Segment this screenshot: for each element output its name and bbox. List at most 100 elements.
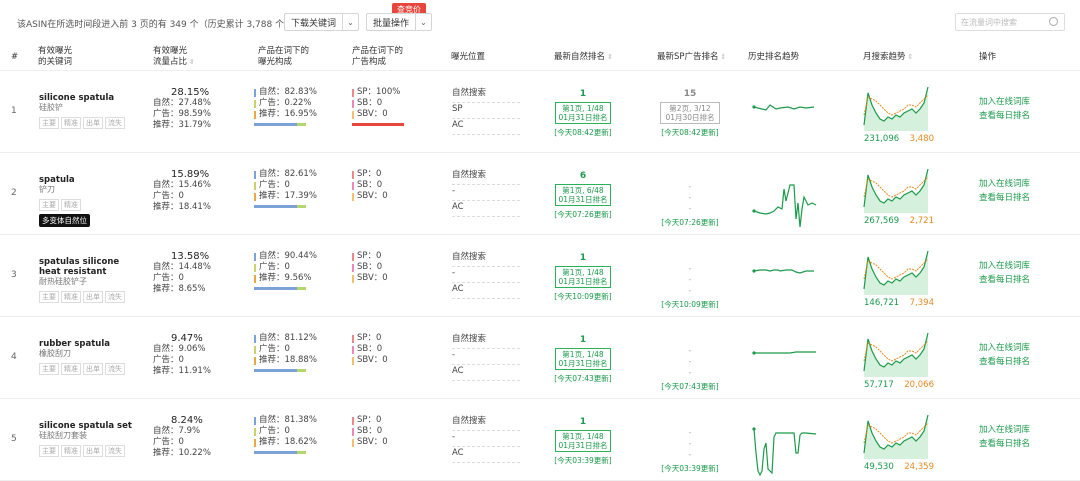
sort-icon[interactable]: ⇕ — [189, 58, 195, 66]
keyword-en[interactable]: silicone spatula — [39, 93, 134, 103]
view-daily-rank-link[interactable]: 查看每日排名 — [979, 191, 1030, 205]
col-latest-rank[interactable]: 最新自然排名 ⇕ — [554, 52, 613, 63]
comp-natural: 自然：81.38% — [259, 415, 317, 425]
ad-sp-line: SP：0 — [352, 333, 388, 344]
keyword-en[interactable]: spatula — [39, 175, 134, 185]
history-rank-sparkline[interactable] — [750, 85, 822, 154]
add-to-library-link[interactable]: 加入在线词库 — [979, 423, 1030, 437]
sort-icon[interactable]: ⇕ — [721, 53, 727, 61]
history-rank-sparkline[interactable] — [750, 413, 822, 481]
col-share[interactable]: 有效曝光 流量占比 ⇕ — [153, 46, 195, 68]
chevron-down-icon[interactable]: ⌄ — [342, 14, 358, 30]
natural-rank-box[interactable]: 第1页, 1/48 01月31日排名 — [555, 348, 611, 370]
col-monthly[interactable]: 月搜索趋势 ⇕ — [863, 52, 913, 63]
ad-sb: SB：0 — [357, 262, 383, 272]
natural-rank-number: 1 — [579, 417, 587, 427]
keyword-tag[interactable]: 精准 — [61, 199, 81, 211]
keyword-tag[interactable]: 主要 — [39, 445, 59, 457]
sort-icon[interactable]: ⇕ — [908, 53, 914, 61]
keyword-en[interactable]: spatulas silicone heat resistant — [39, 257, 134, 277]
keyword-search-input[interactable]: 在流量词中搜索 — [955, 13, 1065, 31]
share-natural: 自然：7.9% — [153, 426, 201, 436]
col-latest-rank-label: 最新自然排名 — [554, 52, 606, 62]
monthly-chart — [863, 332, 929, 377]
share-recommend: 推荐：8.65% — [153, 284, 206, 294]
add-to-library-link[interactable]: 加入在线词库 — [979, 259, 1030, 273]
view-daily-rank-link[interactable]: 查看每日排名 — [979, 273, 1030, 287]
marker — [352, 356, 354, 365]
col-latest-sp[interactable]: 最新SP广告排名 ⇕ — [657, 52, 726, 63]
keyword-tag[interactable]: 流失 — [105, 445, 125, 457]
add-to-library-link[interactable]: 加入在线词库 — [979, 95, 1030, 109]
view-daily-rank-link[interactable]: 查看每日排名 — [979, 355, 1030, 369]
history-rank-sparkline[interactable] — [750, 249, 822, 318]
keyword-tag[interactable]: 主要 — [39, 291, 59, 303]
natural-rank-page: 第1页, 1/48 — [562, 104, 604, 113]
keyword-tag[interactable]: 流失 — [105, 117, 125, 129]
add-to-library-link[interactable]: 加入在线词库 — [979, 341, 1030, 355]
keyword-tag[interactable]: 出单 — [83, 291, 103, 303]
sort-icon[interactable]: ⇕ — [607, 53, 613, 61]
keyword-tag[interactable]: 精准 — [61, 291, 81, 303]
ad-sb-line: SB：0 — [352, 98, 404, 109]
table-header: # 有效曝光 的关键词 有效曝光 流量占比 ⇕ 产品在词下的 曝光构成 产品在词下… — [0, 44, 1080, 71]
position-sp: - — [452, 267, 520, 283]
keyword-tag[interactable]: 主要 — [39, 199, 59, 211]
history-chart — [752, 351, 816, 355]
monthly-search-trend[interactable] — [862, 411, 934, 464]
search-icon[interactable] — [1049, 17, 1058, 26]
share-ad: 广告：98.59% — [153, 109, 211, 119]
monthly-search-trend[interactable] — [862, 329, 934, 382]
keyword-tag[interactable]: 流失 — [105, 363, 125, 375]
chevron-down-icon[interactable]: ⌄ — [415, 14, 431, 30]
keyword-tag[interactable]: 出单 — [83, 363, 103, 375]
ad-composition-cell: SP：0 SB：0 SBV：0 — [352, 169, 388, 202]
batch-operation-button[interactable]: 批量操作 ⌄ — [366, 13, 433, 31]
natural-rank-box[interactable]: 第1页, 1/48 01月31日排名 — [555, 266, 611, 288]
share-ad: 广告：0 — [153, 437, 184, 447]
history-rank-sparkline[interactable] — [750, 167, 822, 236]
natural-composition-cell: 自然：82.83% 广告：0.22% 推荐：16.95% — [254, 87, 317, 126]
comp-natural: 自然：90.44% — [259, 251, 317, 261]
natural-composition-cell: 自然：82.61% 广告：0 推荐：17.39% — [254, 169, 317, 208]
sp-rank-empty: - — [688, 182, 692, 191]
keyword-tag[interactable]: 出单 — [83, 445, 103, 457]
comp-recommend-line: 推荐：16.95% — [254, 109, 317, 120]
keyword-tag[interactable]: 精准 — [61, 117, 81, 129]
keyword-en[interactable]: silicone spatula set — [39, 421, 134, 431]
ad-sbv-line: SBV：0 — [352, 355, 388, 366]
latest-sp-rank-cell: - - - [今天03:39更新] — [658, 417, 722, 474]
download-keywords-button[interactable]: 下载关键词 ⌄ — [284, 13, 360, 31]
view-daily-rank-link[interactable]: 查看每日排名 — [979, 109, 1030, 123]
natural-rank-box[interactable]: 第1页, 1/48 01月31日排名 — [555, 102, 611, 124]
keyword-tag[interactable]: 主要 — [39, 117, 59, 129]
comp-ad: 广告：0 — [259, 344, 290, 354]
history-rank-sparkline[interactable] — [750, 331, 822, 400]
keyword-tag[interactable]: 流失 — [105, 291, 125, 303]
natural-rank-box[interactable]: 第1页, 1/48 01月31日排名 — [555, 430, 611, 452]
share-natural: 自然：9.06% — [153, 344, 206, 354]
monthly-search-trend[interactable] — [862, 83, 934, 136]
monthly-search-trend[interactable] — [862, 247, 934, 300]
comp-ad-line: 广告：0 — [254, 426, 317, 437]
monthly-search-volume: 146,721 — [864, 298, 900, 308]
keyword-tag[interactable]: 精准 — [61, 363, 81, 375]
comp-ad-line: 广告：0.22% — [254, 98, 317, 109]
keyword-tag[interactable]: 主要 — [39, 363, 59, 375]
keyword-tag[interactable]: 精准 — [61, 445, 81, 457]
keyword-tag[interactable]: 出单 — [83, 117, 103, 129]
exposure-position-cell: 自然搜索 - AC — [452, 169, 520, 217]
ad-sbv-line: SBV：0 — [352, 273, 388, 284]
keyword-en[interactable]: rubber spatula — [39, 339, 134, 349]
col-ops: 操作 — [979, 52, 997, 62]
position-sp: - — [452, 431, 520, 447]
marker — [254, 416, 256, 425]
comp-ad: 广告：0.22% — [259, 98, 312, 108]
view-daily-rank-link[interactable]: 查看每日排名 — [979, 437, 1030, 451]
add-to-library-link[interactable]: 加入在线词库 — [979, 177, 1030, 191]
natural-rank-box[interactable]: 第1页, 6/48 01月31日排名 — [555, 184, 611, 206]
natural-rank-date: 01月31日排名 — [558, 195, 608, 204]
natural-composition-cell: 自然：81.38% 广告：0 推荐：18.62% — [254, 415, 317, 454]
monthly-search-trend[interactable] — [862, 165, 934, 218]
comp-recommend: 推荐：18.88% — [259, 355, 317, 365]
